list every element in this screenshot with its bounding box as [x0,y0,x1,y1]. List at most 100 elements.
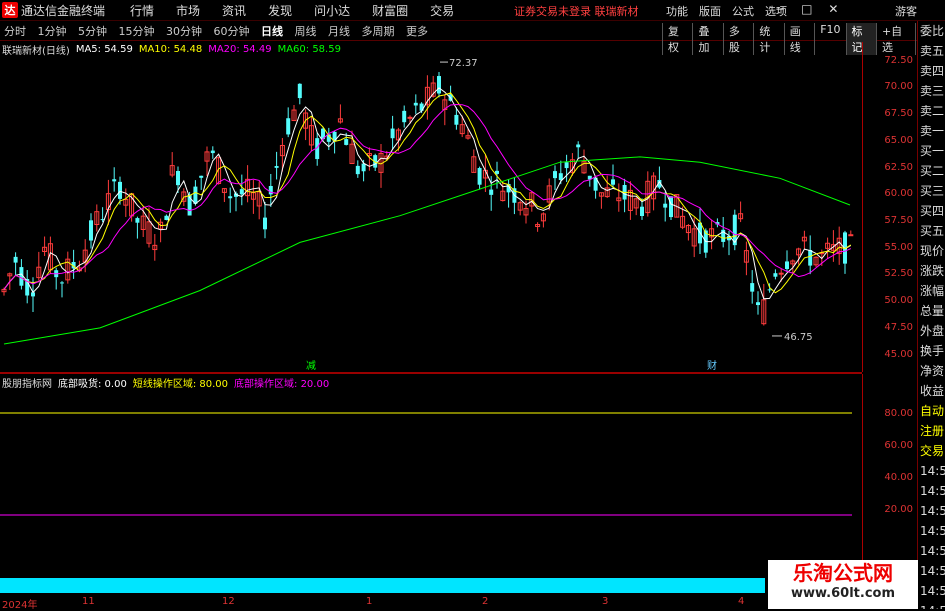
menu-item[interactable]: 交易 [419,2,465,19]
side-item[interactable]: 买五 [918,221,945,241]
date-tick: 12 [222,596,235,607]
side-item[interactable]: 委比 [918,21,945,41]
candle-down [553,171,557,179]
tab-period[interactable]: 多周期 [358,25,399,38]
maximize-icon[interactable]: □ [801,2,812,16]
candle-down [263,217,267,230]
menu-formula[interactable]: 公式 [732,3,754,19]
indicator-tick: 20.00 [884,504,913,515]
low-label: 46.75 [784,332,813,343]
side-item[interactable]: 卖三 [918,81,945,101]
price-tick: 55.00 [884,241,913,253]
candle-down [489,189,494,195]
side-item[interactable]: 自动 [918,401,945,421]
side-item[interactable]: 涨跌 [918,261,945,281]
candle-down [477,168,482,185]
price-tick: 65.00 [884,134,913,146]
menu-item[interactable]: 财富圈 [361,2,419,19]
close-icon[interactable]: ✕ [828,2,838,16]
watermark-title: 乐淘公式网 [793,561,893,585]
price-tick: 72.50 [884,54,913,66]
candle-down [558,173,563,181]
menu-function[interactable]: 功能 [666,3,688,19]
side-item[interactable]: 注册 [918,421,945,441]
minimize-icon[interactable]: − [775,2,785,16]
ma10-line [3,92,852,294]
candle-down [437,76,441,94]
candle-down [164,215,169,220]
price-tick: 50.00 [884,295,913,307]
candle-down [413,102,418,106]
side-item[interactable]: 净资 [918,361,945,381]
date-axis: 2024年 11 12 1 2 3 4 [0,596,862,611]
side-item[interactable]: 14:5 [918,601,945,609]
candle-down [785,261,789,269]
side-item[interactable]: 14:5 [918,581,945,601]
side-item[interactable]: 14:5 [918,501,945,521]
side-item[interactable]: 收益 [918,381,945,401]
indicator-chart[interactable] [0,374,862,596]
side-item[interactable]: 现价 [918,241,945,261]
side-item[interactable]: 14:5 [918,561,945,581]
title-bar: 达 通达信金融终端 行情 市场 资讯 发现 问小达 财富圈 交易 证券交易未登录… [0,0,945,21]
app-logo-icon: 达 [2,2,18,18]
side-item[interactable]: 卖一 [918,121,945,141]
side-item[interactable]: 14:5 [918,541,945,561]
side-item[interactable]: 买三 [918,181,945,201]
side-item[interactable]: 涨幅 [918,281,945,301]
candle-down [118,181,122,199]
side-item[interactable]: 14:5 [918,481,945,501]
menu-item[interactable]: 市场 [165,2,211,19]
tab-period[interactable]: 月线 [324,25,354,38]
tab-period-more[interactable]: 更多 [402,25,432,38]
side-item[interactable]: 外盘 [918,321,945,341]
candle-down [390,128,395,139]
tab-period[interactable]: 分时 [0,25,30,38]
date-tick: 11 [82,596,95,607]
candle-down [60,282,64,284]
trade-notice[interactable]: 证券交易未登录 联瑞新材 [514,3,639,19]
menu-layout[interactable]: 版面 [699,3,721,19]
tab-period[interactable]: 5分钟 [74,25,111,38]
tab-period[interactable]: 30分钟 [162,25,206,38]
price-tick: 62.50 [884,161,913,173]
candle-up [848,234,854,237]
guest-label[interactable]: 游客 [895,3,917,19]
period-tabs: 分时 1分钟 5分钟 15分钟 30分钟 60分钟 日线 周线 月线 多周期 更… [0,23,432,39]
side-item[interactable]: 总量 [918,301,945,321]
price-tick: 57.50 [884,215,913,227]
price-tick: 70.00 [884,81,913,93]
ma60-line [3,156,851,345]
side-item[interactable]: 卖二 [918,101,945,121]
candlestick-chart[interactable]: 72.37 46.75 减 财 [0,42,862,372]
side-item[interactable]: 换手 [918,341,945,361]
candle-down [576,144,581,148]
side-item[interactable]: 买二 [918,161,945,181]
high-label: 72.37 [449,58,478,69]
menu-item[interactable]: 问小达 [303,2,361,19]
side-item[interactable]: 14:5 [918,521,945,541]
candle-down [640,206,644,216]
tab-period[interactable]: 周线 [291,25,321,38]
side-item[interactable]: 交易 [918,441,945,461]
candle-down [773,273,778,277]
tab-period[interactable]: 60分钟 [210,25,254,38]
side-item[interactable]: 买一 [918,141,945,161]
date-tick: 1 [366,596,373,607]
side-item[interactable]: 卖五 [918,41,945,61]
price-tick: 60.00 [884,188,913,200]
menu-item[interactable]: 行情 [119,2,165,19]
side-item[interactable]: 卖四 [918,61,945,81]
candle-down [344,139,349,145]
indicator-tick: 80.00 [884,408,913,419]
tab-period-daily[interactable]: 日线 [257,25,287,38]
tab-period[interactable]: 15分钟 [115,25,159,38]
menu-item[interactable]: 发现 [257,2,303,19]
side-item[interactable]: 14:5 [918,461,945,481]
candle-up [778,272,784,275]
side-item[interactable]: 买四 [918,201,945,221]
menu-item[interactable]: 资讯 [211,2,257,19]
candle-down [564,162,569,169]
price-axis: 72.50 70.00 67.50 65.00 62.50 60.00 57.50 55.00… [862,42,917,372]
tab-period[interactable]: 1分钟 [34,25,71,38]
